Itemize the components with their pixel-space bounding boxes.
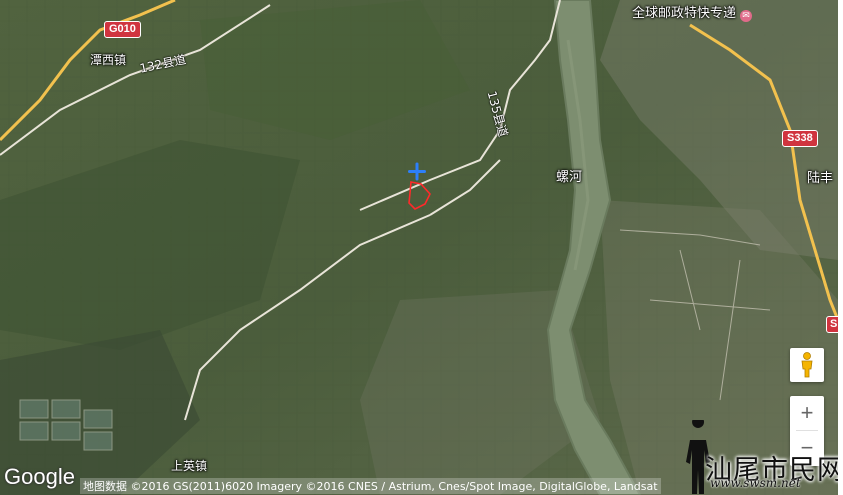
place-label-tanxi: 潭西镇 [90,53,127,67]
pegman-button[interactable] [790,348,824,382]
place-label-shangying: 上英镇 [171,459,208,473]
mail-icon: ✉ [740,10,753,22]
right-margin [838,0,843,495]
satellite-map[interactable]: G010 潭西镇 132县道 135县道 螺河 全球邮政特快专递 ✉ S338 陆… [0,0,838,495]
pegman-icon [801,352,813,378]
watermark-url: www.swsm.net [710,476,801,490]
map-attribution: 地图数据 ©2016 GS(2011)6020 Imagery ©2016 CN… [80,478,661,494]
river-label: 螺河 [556,170,583,185]
place-label-luofeng: 陆丰 [807,171,834,186]
google-logo: Google [4,464,75,489]
highway-shield-s-partial: S [826,316,838,333]
poi-post-office-label: 全球邮政特快专递 [632,6,737,21]
highway-shield-s338: S338 [782,130,818,147]
highway-shield-g010: G010 [104,21,141,38]
poi-post-office[interactable]: 全球邮政特快专递 ✉ [632,2,753,22]
